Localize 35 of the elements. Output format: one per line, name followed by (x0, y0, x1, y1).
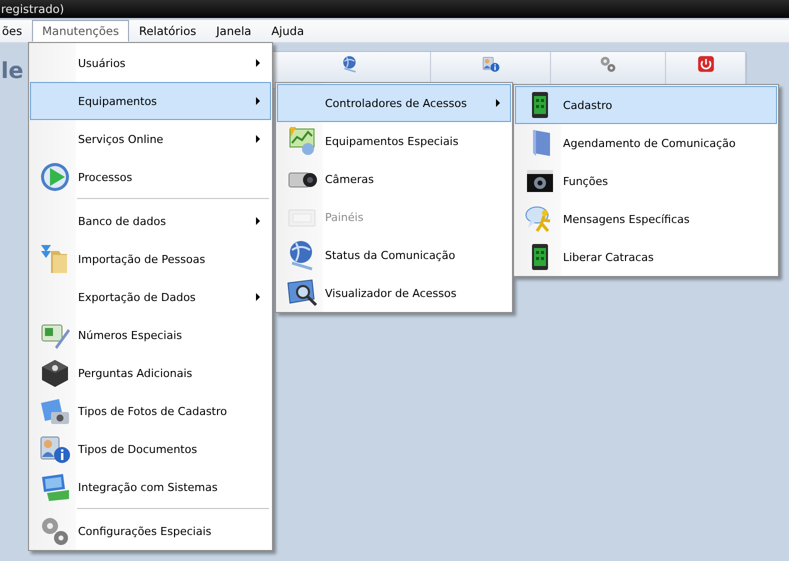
menu-item[interactable]: Números Especiais (30, 316, 271, 354)
window-title: registrado) (1, 2, 64, 16)
menu-item[interactable]: Tipos de Documentos (30, 430, 271, 468)
menu-title[interactable]: ões (0, 20, 32, 42)
menu-title[interactable]: Janela (206, 20, 262, 42)
menu-title[interactable]: Ajuda (261, 20, 314, 42)
globe-icon (340, 55, 358, 73)
menu-item[interactable]: Usuários (30, 44, 271, 82)
menu-title[interactable]: Relatórios (128, 20, 206, 42)
menu-item[interactable]: Visualizador de Acessos (277, 274, 511, 312)
menu-item[interactable]: Serviços Online (30, 120, 271, 158)
menu-item[interactable]: Controladores de Acessos (277, 84, 511, 122)
menu-item[interactable]: Banco de dados (30, 202, 271, 240)
menu-item[interactable]: Perguntas Adicionais (30, 354, 271, 392)
person-icon (482, 55, 500, 73)
menu-item[interactable]: Câmeras (277, 160, 511, 198)
menu-item[interactable]: Status da Comunicação (277, 236, 511, 274)
menu-item[interactable]: Processos (30, 158, 271, 196)
menu-item[interactable]: Agendamento de Comunicação (515, 124, 777, 162)
menu-item[interactable]: Tipos de Fotos de Cadastro (30, 392, 271, 430)
menu-title[interactable]: Manutenções (32, 20, 129, 42)
menu-item[interactable]: Equipamentos Especiais (277, 122, 511, 160)
menu-item[interactable]: Importação de Pessoas (30, 240, 271, 278)
menu-item[interactable]: Mensagens Específicas (515, 200, 777, 238)
power-icon (696, 55, 714, 73)
menu-item[interactable]: Equipamentos (30, 82, 271, 120)
magnifier-icon (286, 277, 318, 309)
menu-item[interactable]: Cadastro (515, 86, 777, 124)
menu-item[interactable]: Integração com Sistemas (30, 468, 271, 506)
app-name: le (1, 59, 24, 84)
menu-item[interactable]: Configurações Especiais (30, 512, 271, 550)
menu-item[interactable]: Funções (515, 162, 777, 200)
menu-item[interactable]: Exportação de Dados (30, 278, 271, 316)
menu-item[interactable]: Liberar Catracas (515, 238, 777, 276)
play-icon (38, 161, 70, 193)
